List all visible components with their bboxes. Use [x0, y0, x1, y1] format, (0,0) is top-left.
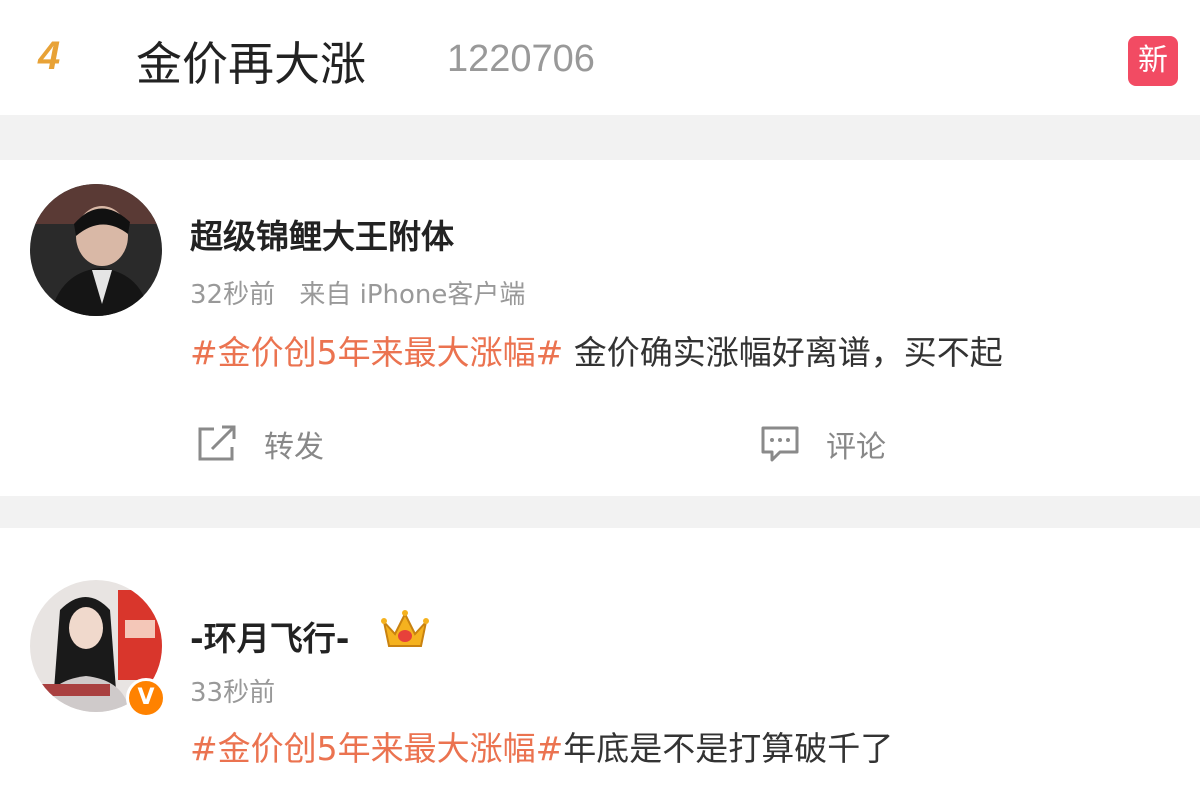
post-time[interactable]: 32秒前	[190, 280, 275, 310]
post-card: V -环月飞行- 33秒前 #金价创5年来最大涨幅#年底是不是打算破千了	[0, 528, 1200, 787]
post-time[interactable]: 33秒前	[190, 678, 275, 708]
username[interactable]: -环月飞行-	[190, 612, 349, 660]
comment-button[interactable]: 评论	[760, 422, 886, 466]
verified-badge: V	[126, 678, 166, 718]
comment-label: 评论	[826, 430, 886, 465]
section-divider	[0, 115, 1200, 160]
avatar[interactable]	[30, 184, 162, 316]
post-card: 超级锦鲤大王附体 32秒前 来自 iPhone客户端 #金价创5年来最大涨幅# …	[0, 160, 1200, 496]
repost-button[interactable]: 转发	[196, 422, 324, 466]
new-badge: 新	[1128, 36, 1178, 86]
hashtag-link[interactable]: #金价创5年来最大涨幅#	[190, 729, 563, 768]
post-body-text: 金价确实涨幅好离谱，买不起	[563, 333, 1003, 372]
post-meta: 32秒前 来自 iPhone客户端	[190, 274, 541, 311]
topic-title[interactable]: 金价再大涨	[136, 28, 366, 94]
post-body-text: 年底是不是打算破千了	[563, 729, 894, 768]
repost-label: 转发	[264, 430, 324, 465]
post-meta: 33秒前	[190, 672, 291, 709]
section-divider	[0, 496, 1200, 528]
post-content: #金价创5年来最大涨幅#年底是不是打算破千了	[190, 722, 893, 770]
repost-icon	[198, 425, 236, 461]
crown-icon	[380, 608, 430, 656]
post-source: 来自 iPhone客户端	[299, 280, 526, 310]
post-content: #金价创5年来最大涨幅# 金价确实涨幅好离谱，买不起	[190, 326, 1003, 374]
hashtag-link[interactable]: #金价创5年来最大涨幅#	[190, 333, 563, 372]
topic-rank: 4	[38, 34, 61, 78]
trending-topic-bar[interactable]: 4 金价再大涨 1220706 新	[0, 0, 1200, 115]
comment-icon	[761, 426, 799, 462]
topic-heat-count: 1220706	[447, 38, 595, 80]
username[interactable]: 超级锦鲤大王附体	[190, 210, 454, 258]
